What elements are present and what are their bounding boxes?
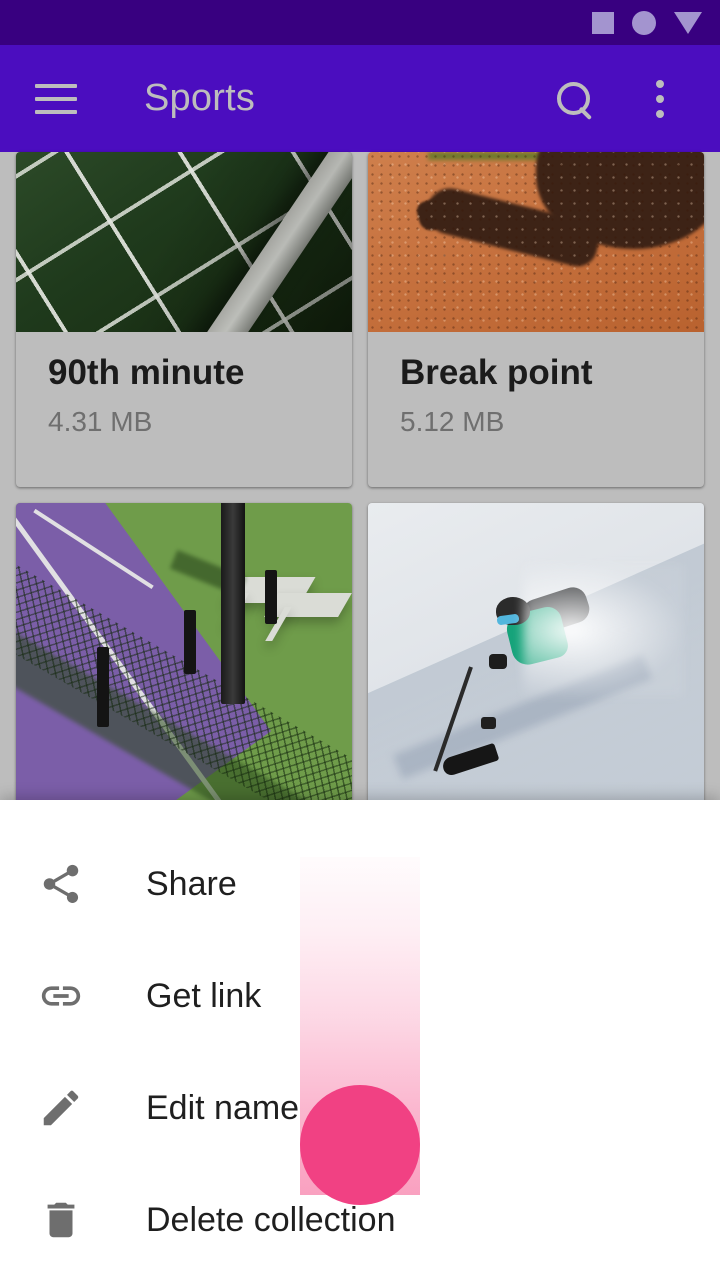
collection-card[interactable]: [368, 503, 704, 838]
collection-card[interactable]: [16, 503, 352, 838]
pencil-edit-icon: [34, 1081, 88, 1135]
menu-item-label: Delete collection: [146, 1200, 396, 1239]
collection-grid: 90th minute 4.31 MB Break point 5.12 MB: [0, 152, 720, 838]
menu-item-label: Edit name: [146, 1088, 300, 1127]
menu-item-label: Get link: [146, 976, 262, 1015]
collection-card[interactable]: Break point 5.12 MB: [368, 152, 704, 487]
collection-card[interactable]: 90th minute 4.31 MB: [16, 152, 352, 487]
hamburger-menu-icon[interactable]: [28, 71, 84, 127]
floating-action-button[interactable]: [300, 1085, 420, 1205]
circle-indicator-icon: [632, 10, 656, 35]
app-bar: Sports: [0, 45, 720, 152]
card-thumbnail-skier-powder: [368, 503, 704, 838]
card-meta: Break point 5.12 MB: [368, 332, 704, 438]
card-title: Break point: [400, 353, 593, 392]
status-bar: [0, 0, 720, 45]
card-title: 90th minute: [48, 353, 245, 392]
menu-item-get-link[interactable]: Get link: [0, 940, 720, 1052]
bottom-sheet-menu: Share Get link Edit name Delete collecti…: [0, 800, 720, 1280]
menu-item-share[interactable]: Share: [0, 828, 720, 940]
card-size: 5.12 MB: [400, 405, 505, 437]
card-thumbnail-soccer-goal-net: [16, 152, 352, 332]
square-indicator-icon: [592, 11, 614, 34]
card-thumbnail-aerial-tennis-court: [16, 503, 352, 838]
triangle-indicator-icon: [674, 11, 702, 34]
status-bar-icons: [592, 10, 702, 35]
app-root: Sports 90th minute 4.31 MB Break point 5…: [0, 0, 720, 1280]
card-meta: 90th minute 4.31 MB: [16, 332, 352, 438]
card-size: 4.31 MB: [48, 405, 153, 437]
share-icon: [34, 857, 88, 911]
overflow-menu-icon[interactable]: [636, 75, 684, 123]
app-bar-actions: [550, 75, 720, 123]
page-title: Sports: [144, 77, 256, 119]
search-icon[interactable]: [550, 75, 598, 123]
card-thumbnail-tennis-shadow: [368, 152, 704, 332]
menu-item-label: Share: [146, 864, 237, 903]
trash-delete-icon: [34, 1193, 88, 1247]
link-icon: [34, 969, 88, 1023]
